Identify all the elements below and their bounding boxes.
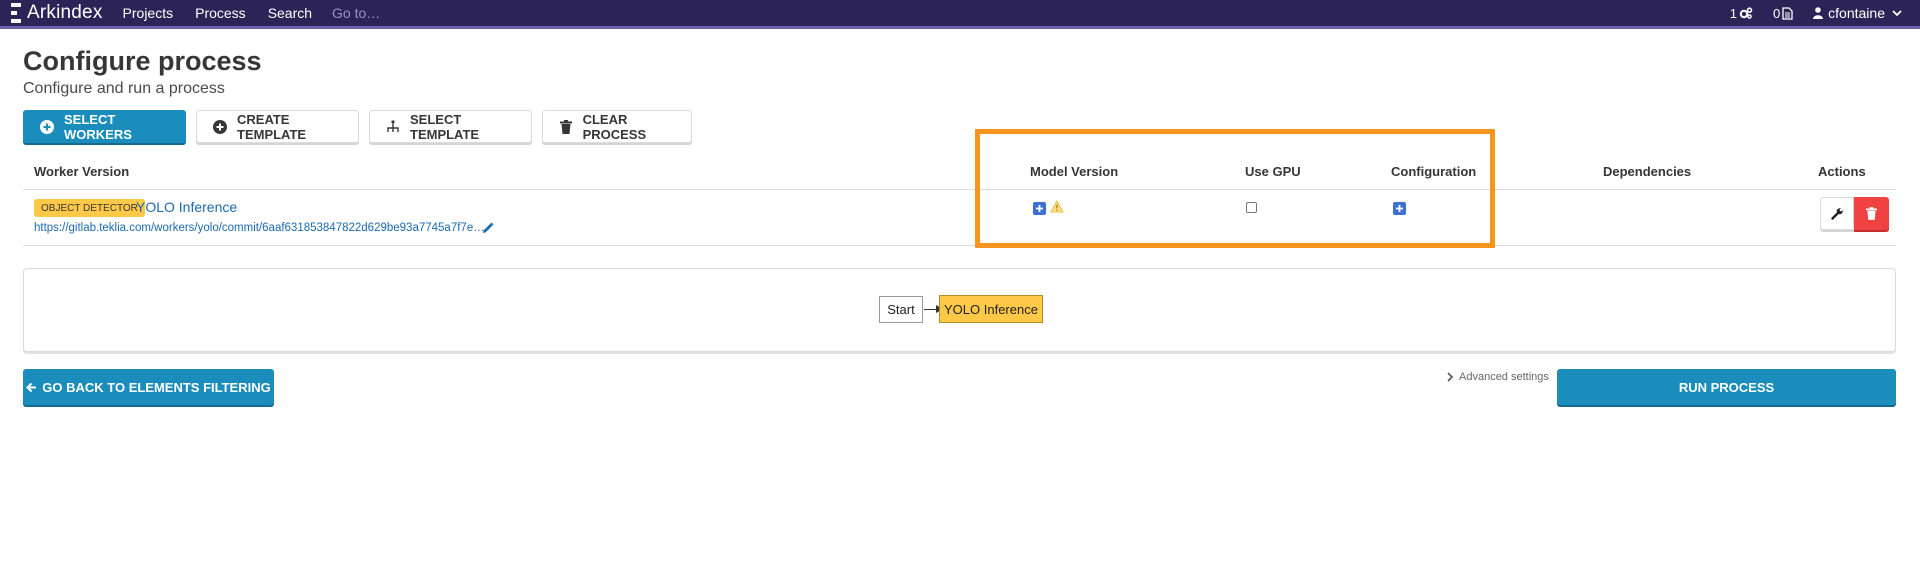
plus-circle-icon	[213, 119, 227, 134]
nav-link-process[interactable]: Process	[195, 5, 246, 21]
user-icon	[1813, 7, 1824, 19]
nav-link-search[interactable]: Search	[268, 5, 312, 21]
file-icon	[1782, 6, 1793, 20]
select-workers-button[interactable]: SELECT WORKERS	[23, 110, 186, 143]
graph-node-worker[interactable]: YOLO Inference	[939, 295, 1043, 323]
wrench-icon	[1830, 208, 1843, 220]
select-template-label: SELECT TEMPLATE	[410, 111, 480, 142]
user-menu[interactable]: cfontaine	[1813, 5, 1902, 21]
tasks-indicator[interactable]: 1	[1730, 6, 1753, 21]
column-actions: Actions	[1818, 164, 1866, 179]
go-back-label: GO BACK TO ELEMENTS FILTERING	[42, 379, 271, 395]
worker-name-link[interactable]: YOLO Inference	[136, 199, 237, 215]
sitemap-icon	[386, 120, 400, 134]
brand-logo[interactable]: Arkindex	[11, 0, 103, 26]
clear-process-button[interactable]: CLEAR PROCESS	[542, 110, 692, 143]
create-template-label: CREATE TEMPLATE	[237, 111, 307, 142]
workers-table-header: Worker Version Model Version Use GPU Con…	[23, 158, 1896, 190]
advanced-settings-toggle[interactable]: Advanced settings	[1447, 371, 1549, 383]
delete-worker-button[interactable]	[1854, 197, 1889, 230]
page-subtitle: Configure and run a process	[23, 80, 225, 97]
add-model-version-button[interactable]	[1033, 202, 1046, 215]
go-back-button[interactable]: GO BACK TO ELEMENTS FILTERING	[23, 369, 274, 405]
files-count: 0	[1772, 5, 1781, 21]
navbar: Arkindex Projects Process Search Go to… …	[0, 0, 1920, 29]
warning-icon	[1050, 199, 1064, 218]
plus-icon	[1396, 205, 1403, 212]
username: cfontaine	[1828, 5, 1885, 21]
worker-version-url[interactable]: https://gitlab.teklia.com/workers/yolo/c…	[34, 222, 485, 234]
column-worker-version: Worker Version	[34, 164, 130, 179]
column-model-version: Model Version	[1030, 164, 1119, 179]
column-configuration: Configuration	[1391, 164, 1477, 179]
arkindex-logo-icon	[11, 3, 21, 23]
run-process-button[interactable]: RUN PROCESS	[1557, 369, 1896, 405]
page-title: Configure process	[23, 46, 262, 76]
table-row: OBJECT DETECTOR YOLO Inference https://g…	[23, 190, 1896, 246]
run-process-label: RUN PROCESS	[1678, 379, 1775, 395]
plus-circle-icon	[40, 119, 54, 134]
select-template-button[interactable]: SELECT TEMPLATE	[369, 110, 532, 143]
files-indicator[interactable]: 0	[1773, 6, 1793, 21]
brand-name: Arkindex	[27, 2, 103, 23]
process-graph: Start YOLO Inference	[23, 268, 1896, 352]
create-template-button[interactable]: CREATE TEMPLATE	[196, 110, 359, 143]
chevron-down-icon	[1892, 9, 1902, 16]
nav-link-projects[interactable]: Projects	[123, 5, 174, 21]
chevron-right-icon	[1447, 372, 1453, 382]
trash-icon	[559, 119, 573, 134]
add-configuration-button[interactable]	[1393, 202, 1406, 215]
cogs-icon	[1739, 7, 1753, 19]
edit-worker-button[interactable]	[1820, 197, 1854, 230]
column-dependencies: Dependencies	[1603, 164, 1692, 179]
trash-icon	[1866, 207, 1877, 220]
clear-process-label: CLEAR PROCESS	[582, 111, 647, 142]
advanced-settings-label: Advanced settings	[1459, 371, 1549, 383]
graph-node-start: Start	[879, 296, 923, 323]
navbar-right: 1 0 cfontaine	[1730, 0, 1920, 26]
use-gpu-checkbox[interactable]	[1246, 202, 1257, 213]
arrow-left-icon	[26, 382, 37, 392]
worker-type-tag: OBJECT DETECTOR	[34, 199, 145, 217]
pencil-icon[interactable]	[482, 221, 494, 239]
column-use-gpu: Use GPU	[1245, 164, 1301, 179]
plus-icon	[1036, 205, 1043, 212]
tasks-count: 1	[1729, 5, 1737, 21]
goto-input[interactable]: Go to…	[332, 5, 380, 21]
select-workers-label: SELECT WORKERS	[64, 111, 132, 142]
